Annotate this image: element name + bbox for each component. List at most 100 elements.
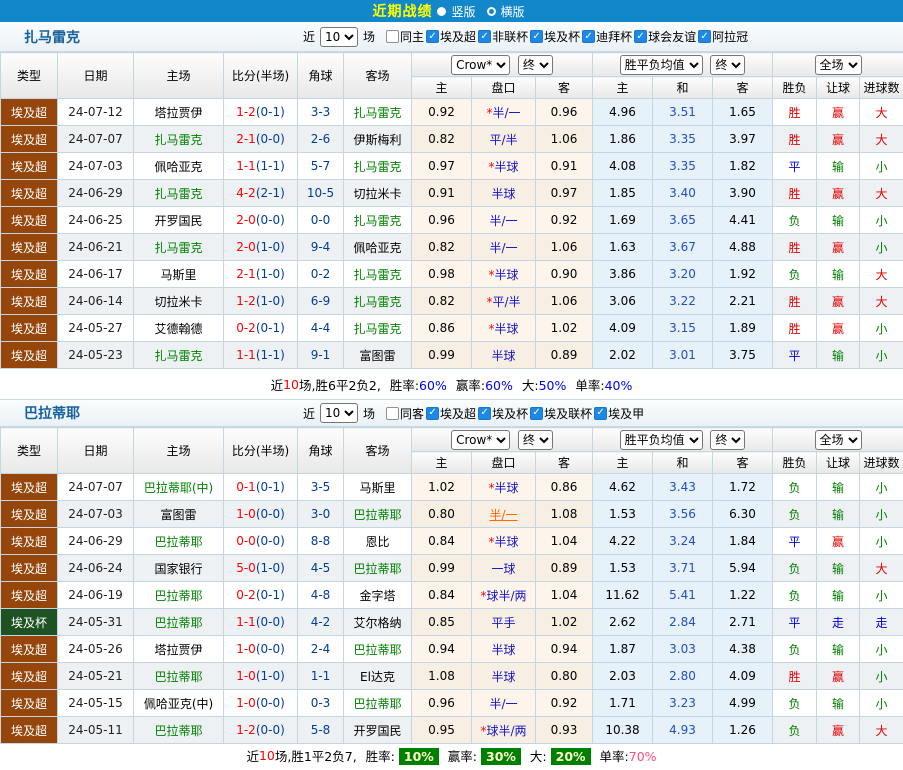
match-row: 埃及超24-06-24国家银行5-0(1-0)4-5巴拉蒂耶0.99一球0.89… [1,555,903,582]
checkbox-checked-icon[interactable]: ✓ [530,407,543,420]
goal-result-cell: 小 [860,207,903,234]
checkbox-checked-icon[interactable]: ✓ [426,407,439,420]
avg-select[interactable]: 胜平负均值 [620,430,703,450]
result-cell: 平 [773,342,817,369]
asian-result-cell: 输 [817,474,860,501]
filter-option-label[interactable]: 埃及联杯 [544,405,592,422]
scope-select[interactable]: 全场 [815,430,862,450]
away-team-cell: 切拉米卡 [344,180,412,207]
team2-count-select[interactable]: 10 [320,403,358,423]
avg-stage-select[interactable]: 终 [710,55,745,75]
team1-count-select[interactable]: 10 [320,27,358,47]
filter-option-label[interactable]: 埃及超 [440,405,476,422]
col-away: 客场 [344,428,412,474]
checkbox-checked-icon[interactable]: ✓ [634,30,647,43]
score-cell: 1-0(0-0) [224,636,298,663]
league-type-cell: 埃及杯 [1,609,58,636]
corners-cell: 9-1 [298,342,344,369]
radio-vertical-label[interactable]: 竖版 [451,3,475,20]
goal-result-cell: 小 [860,474,903,501]
handicap-cell: 一球 [472,555,536,582]
away-team-cell: El达克 [344,663,412,690]
asian-result-cell: 走 [817,609,860,636]
result-cell: 负 [773,717,817,744]
score-cell: 2-1(1-0) [224,261,298,288]
halftime-score: (0-1) [256,480,285,494]
bookmaker-select[interactable]: Crow* [451,430,510,450]
avg-home-cell: 4.62 [593,474,653,501]
filter-option-label[interactable]: 同客 [400,405,424,422]
match-date-cell: 24-05-15 [58,690,134,717]
avg-draw-cell: 3.15 [653,315,713,342]
filter-option-label[interactable]: 同主 [400,28,424,45]
away-odds-cell: 1.04 [536,528,593,555]
filter-option-label[interactable]: 非联杯 [492,28,528,45]
halftime-score: (0-0) [256,132,285,146]
checkbox-checked-icon[interactable]: ✓ [582,30,595,43]
checkbox-checked-icon[interactable]: ✓ [594,407,607,420]
away-team-cell: 艾尔格纳 [344,609,412,636]
corners-cell: 6-9 [298,288,344,315]
checkbox-unchecked-icon[interactable] [386,407,399,420]
goal-result-cell: 大 [860,288,903,315]
halftime-score: (0-0) [256,696,285,710]
handicap-value: 半球 [491,670,515,684]
corners-cell: 4-8 [298,582,344,609]
goal-result-cell: 走 [860,609,903,636]
home-team-cell: 塔拉贾伊 [134,636,224,663]
avg-home-cell: 4.22 [593,528,653,555]
asian-result-cell: 赢 [817,528,860,555]
summary-record: 场,胜1平2负7, [275,746,357,765]
odds-stage-select[interactable]: 终 [518,430,553,450]
score-cell: 0-2(0-1) [224,582,298,609]
filter-option-label[interactable]: 阿拉冠 [712,28,748,45]
asian-result-cell: 赢 [817,126,860,153]
avg-away-cell: 4.99 [713,690,773,717]
team1-name: 扎马雷克 [0,27,300,47]
avg-away-cell: 6.30 [713,501,773,528]
filter-option-label[interactable]: 迪拜杯 [596,28,632,45]
asian-rate-stat: 赢率:60% [456,375,513,394]
fulltime-score: 1-0 [236,669,256,683]
odds-stage-select[interactable]: 终 [518,55,553,75]
match-date-cell: 24-06-25 [58,207,134,234]
checkbox-checked-icon[interactable]: ✓ [698,30,711,43]
checkbox-checked-icon[interactable]: ✓ [530,30,543,43]
radio-horizontal-icon[interactable] [487,7,496,16]
result-cell: 胜 [773,663,817,690]
filter-option-label[interactable]: 球会友谊 [648,28,696,45]
filter-option-label[interactable]: 埃及超 [440,28,476,45]
checkbox-checked-icon[interactable]: ✓ [426,30,439,43]
filter-option-label[interactable]: 埃及杯 [544,28,580,45]
match-row: 埃及超24-05-15佩哈亚克(中)1-0(0-0)0-3巴拉蒂耶0.96半/一… [1,690,903,717]
fulltime-score: 2-0 [236,213,256,227]
fulltime-score: 1-0 [236,507,256,521]
radio-vertical-icon[interactable] [437,7,446,16]
col-result: 胜负 [773,77,817,99]
checkbox-checked-icon[interactable]: ✓ [478,407,491,420]
radio-horizontal-label[interactable]: 横版 [501,3,525,20]
filter-option-label[interactable]: 埃及杯 [492,405,528,422]
scope-select[interactable]: 全场 [815,55,862,75]
handicap-value: 半球 [494,322,518,336]
bookmaker-select[interactable]: Crow* [451,55,510,75]
score-cell: 1-2(1-0) [224,288,298,315]
win-rate-stat: 胜率:60% [390,375,447,394]
fulltime-score: 1-2 [236,723,256,737]
score-cell: 1-2(0-0) [224,717,298,744]
home-team-cell: 马斯里 [134,261,224,288]
handicap-cell: *半球 [472,261,536,288]
filter-option-label[interactable]: 埃及甲 [608,405,644,422]
checkbox-checked-icon[interactable]: ✓ [478,30,491,43]
col-host-odds: 主 [412,77,472,99]
match-date-cell: 24-07-07 [58,126,134,153]
avg-select[interactable]: 胜平负均值 [620,55,703,75]
match-date-cell: 24-06-29 [58,180,134,207]
away-team-cell: 佩哈亚克 [344,234,412,261]
goal-result-cell: 小 [860,234,903,261]
away-team-cell: 金字塔 [344,582,412,609]
checkbox-unchecked-icon[interactable] [386,30,399,43]
handicap-cell: 半/一 [472,207,536,234]
col-date: 日期 [58,428,134,474]
avg-stage-select[interactable]: 终 [710,430,745,450]
